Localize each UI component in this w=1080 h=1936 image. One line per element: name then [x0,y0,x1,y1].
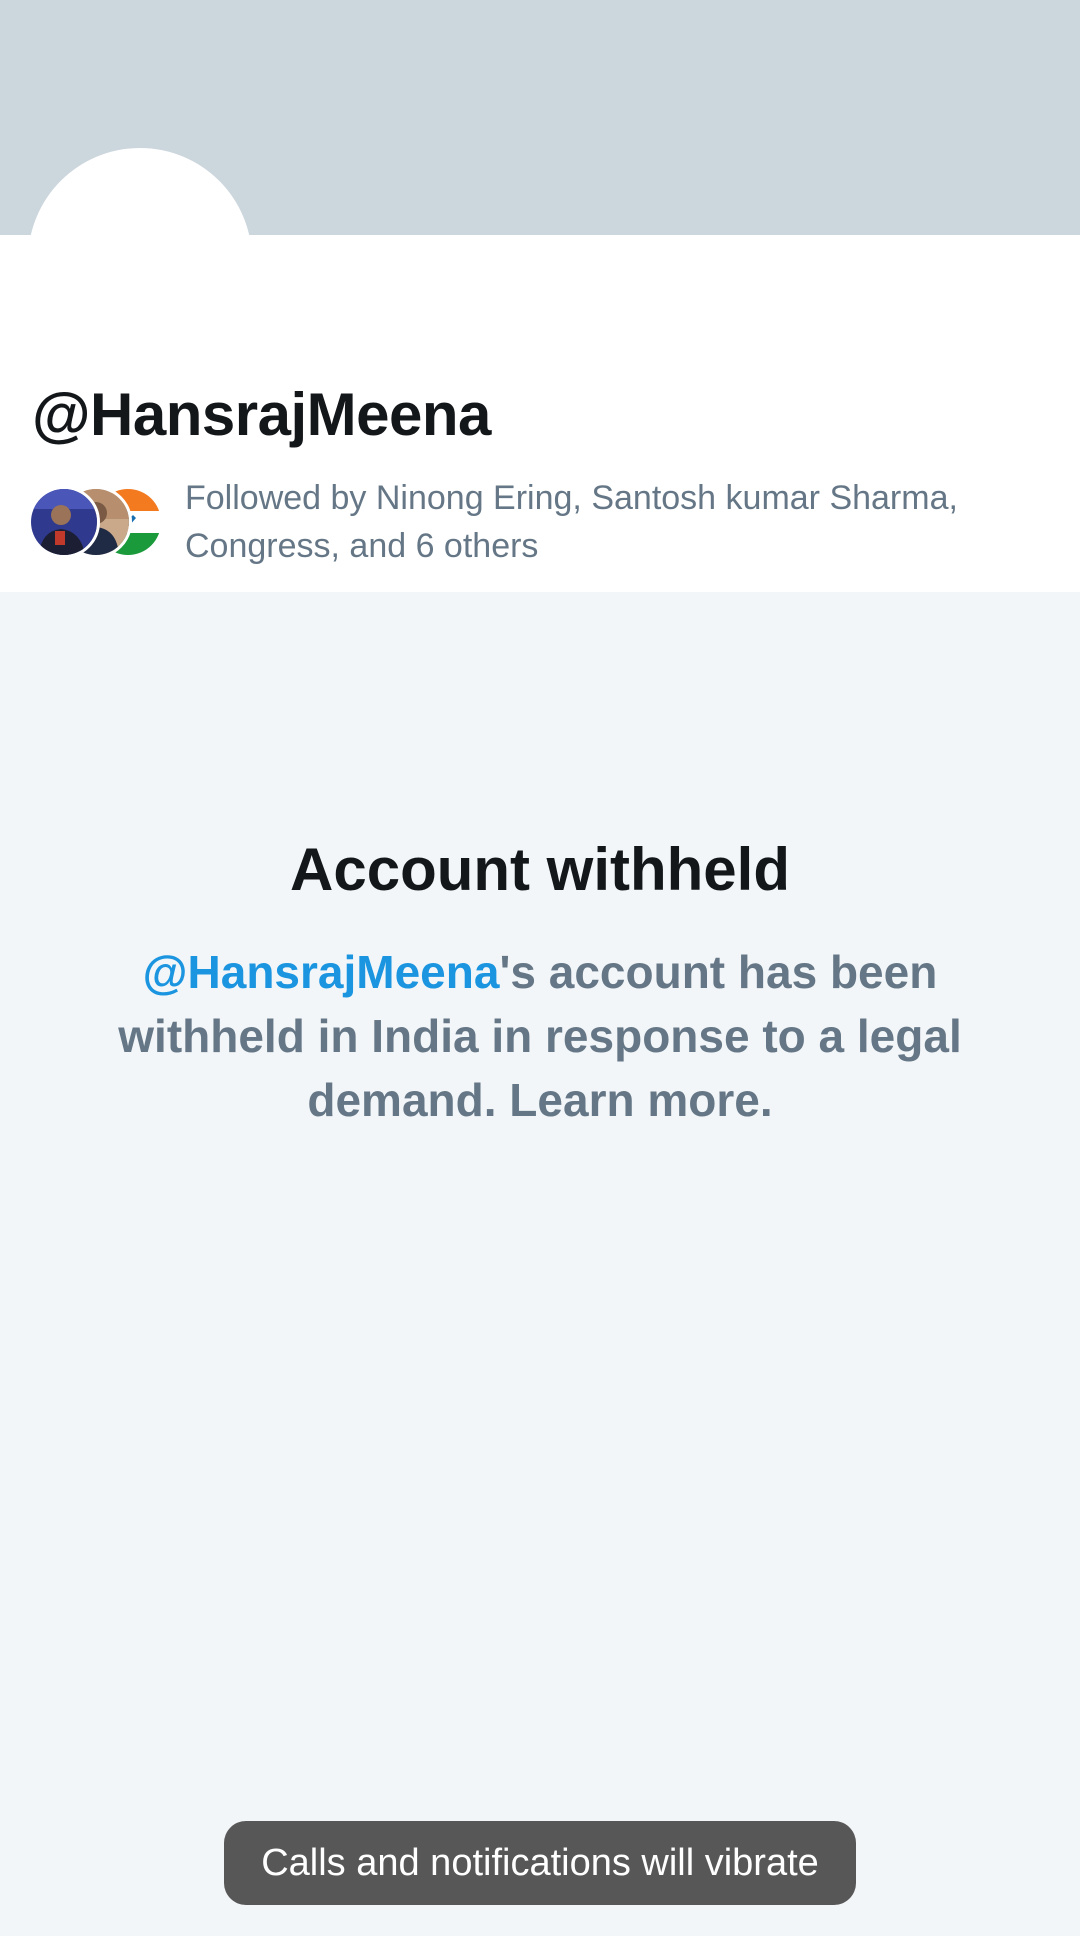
follower-avatar-ninong [28,486,100,558]
profile-avatar[interactable] [28,148,252,372]
withheld-title: Account withheld [290,836,790,903]
profile-handle: @HansrajMeena [32,381,491,448]
withheld-mention-link[interactable]: @HansrajMeena [143,946,500,998]
followed-by-text[interactable]: Followed by Ninong Ering, Santosh kumar … [185,474,1045,570]
withheld-message: @HansrajMeena's account has been withhel… [90,940,990,1132]
toast-notification: Calls and notifications will vibrate [224,1821,856,1905]
followers-avatar-stack[interactable] [28,486,168,558]
